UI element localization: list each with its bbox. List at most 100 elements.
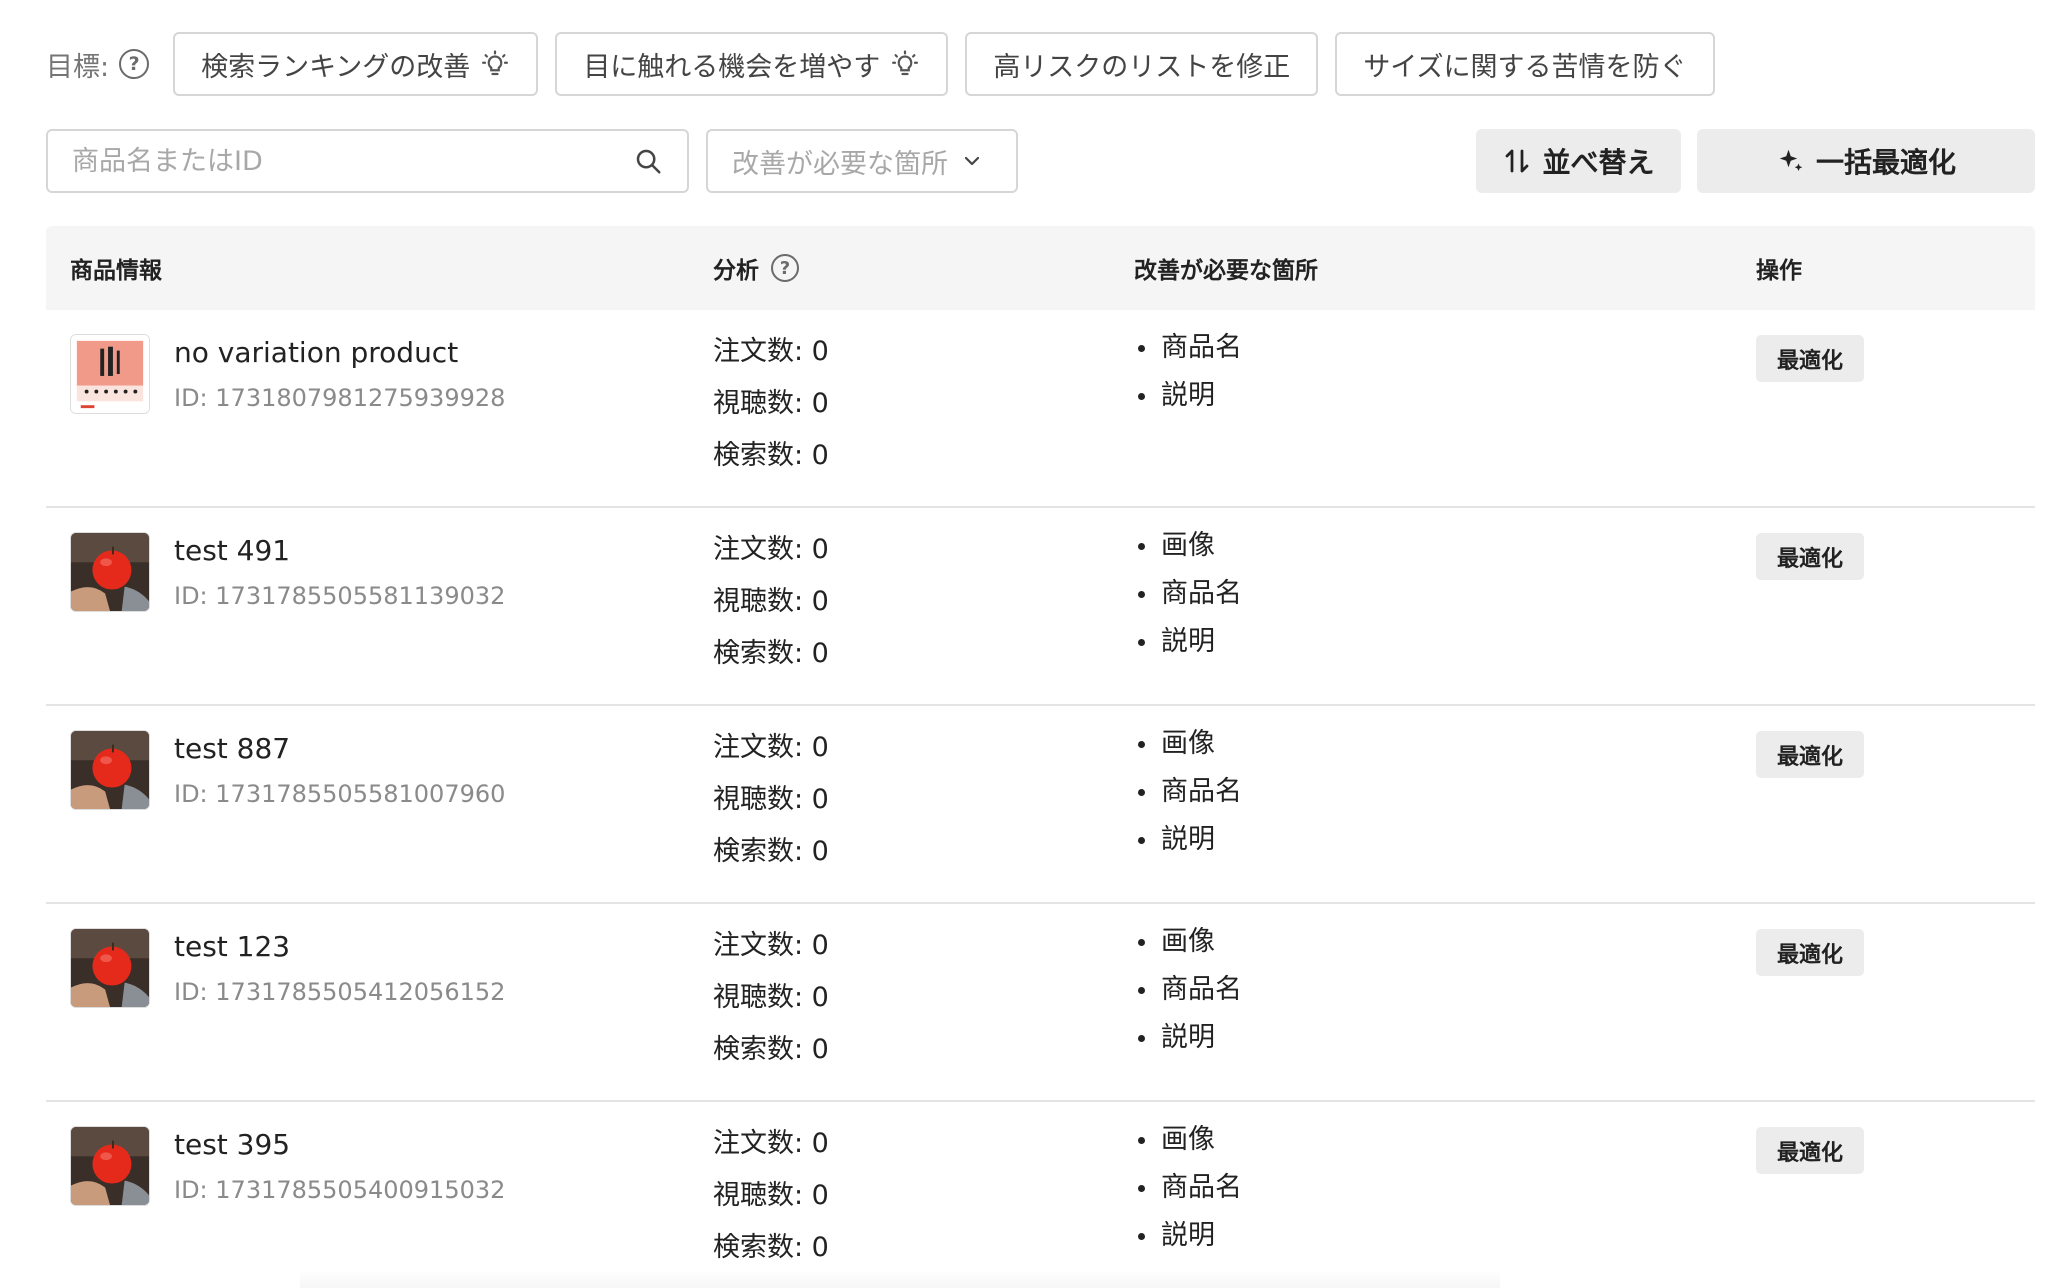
product-thumbnail-apple-image <box>71 731 149 809</box>
improvement-item: 説明 <box>1138 816 1242 864</box>
product-thumbnail <box>70 532 150 612</box>
improvement-filter-select[interactable]: 改善が必要な箇所 <box>706 129 1018 193</box>
product-thumbnail-apple-image <box>71 533 149 611</box>
searches-count: 検索数: 0 <box>713 1232 829 1263</box>
improvement-list: 画像 商品名 説明 <box>1138 918 1242 1062</box>
optimize-button[interactable]: 最適化 <box>1756 1127 1864 1174</box>
improvement-list: 商品名 説明 <box>1138 324 1242 420</box>
views-count: 視聴数: 0 <box>713 982 829 1013</box>
improvement-item: 説明 <box>1138 372 1242 420</box>
product-thumbnail <box>70 334 150 414</box>
product-name[interactable]: no variation product <box>174 336 458 369</box>
analysis-metrics: 注文数: 0 視聴数: 0 検索数: 0 <box>713 920 829 1076</box>
product-thumbnail-apple-image <box>71 929 149 1007</box>
orders-count: 注文数: 0 <box>713 732 829 763</box>
goal-chip-label: 目に触れる機会を増やす <box>583 51 881 83</box>
improvement-item: 画像 <box>1138 918 1242 966</box>
improvement-item: 商品名 <box>1138 1164 1242 1212</box>
improvement-item: 説明 <box>1138 1212 1242 1260</box>
search-icon[interactable] <box>633 146 663 176</box>
analysis-metrics: 注文数: 0 視聴数: 0 検索数: 0 <box>713 1118 829 1274</box>
optimize-button[interactable]: 最適化 <box>1756 533 1864 580</box>
improvement-item: 商品名 <box>1138 570 1242 618</box>
table-row: test 395 ID: 1731785505400915032 注文数: 0 … <box>46 1102 2035 1288</box>
goal-chip-visibility[interactable]: 目に触れる機会を増やす <box>555 32 949 96</box>
sparkle-icon <box>1779 149 1803 171</box>
optimize-button[interactable]: 最適化 <box>1756 731 1864 778</box>
analysis-metrics: 注文数: 0 視聴数: 0 検索数: 0 <box>713 524 829 680</box>
chevron-down-icon <box>964 156 980 166</box>
header-actions: 操作 <box>1756 258 1802 284</box>
sort-button[interactable]: 並べ替え <box>1476 129 1681 193</box>
product-name[interactable]: test 395 <box>174 1128 290 1161</box>
searches-count: 検索数: 0 <box>713 836 829 867</box>
improvement-list: 画像 商品名 説明 <box>1138 720 1242 864</box>
orders-count: 注文数: 0 <box>713 336 829 367</box>
product-thumbnail-apple-image <box>71 1127 149 1205</box>
table-row: test 887 ID: 1731785505581007960 注文数: 0 … <box>46 706 2035 904</box>
product-name[interactable]: test 887 <box>174 732 290 765</box>
table-row: test 491 ID: 1731785505581139032 注文数: 0 … <box>46 508 2035 706</box>
header-analysis: 分析 ? <box>713 226 799 310</box>
improvement-item: 画像 <box>1138 720 1242 768</box>
searches-count: 検索数: 0 <box>713 440 829 471</box>
optimize-button[interactable]: 最適化 <box>1756 929 1864 976</box>
header-improvement-areas: 改善が必要な箇所 <box>1134 258 1318 284</box>
goal-chip-size-complaints[interactable]: サイズに関する苦情を防ぐ <box>1335 32 1715 96</box>
product-id: ID: 1731807981275939928 <box>174 384 506 412</box>
product-thumbnail <box>70 1126 150 1206</box>
searches-count: 検索数: 0 <box>713 1034 829 1065</box>
help-icon[interactable]: ? <box>119 49 150 79</box>
bulk-optimize-button[interactable]: 一括最適化 <box>1697 129 2035 193</box>
product-thumbnail <box>70 928 150 1008</box>
analysis-metrics: 注文数: 0 視聴数: 0 検索数: 0 <box>713 722 829 878</box>
goal-label: 目標: ? <box>46 45 150 84</box>
searches-count: 検索数: 0 <box>713 638 829 669</box>
sort-label: 並べ替え <box>1542 146 1655 179</box>
product-thumbnail <box>70 730 150 810</box>
filter-label: 改善が必要な箇所 <box>732 148 948 180</box>
search-input[interactable] <box>72 145 633 177</box>
product-id: ID: 1731785505400915032 <box>174 1176 506 1204</box>
improvement-list: 画像 商品名 説明 <box>1138 522 1242 666</box>
goal-chip-label: 検索ランキングの改善 <box>201 51 471 83</box>
product-name[interactable]: test 123 <box>174 930 290 963</box>
bulk-optimize-label: 一括最適化 <box>1815 146 1956 179</box>
goal-chip-label: サイズに関する苦情を防ぐ <box>1363 51 1687 83</box>
improvement-item: 商品名 <box>1138 324 1242 372</box>
analysis-metrics: 注文数: 0 視聴数: 0 検索数: 0 <box>713 326 829 482</box>
goal-chip-search-ranking[interactable]: 検索ランキングの改善 <box>173 32 539 96</box>
improvement-item: 商品名 <box>1138 768 1242 816</box>
product-id: ID: 1731785505412056152 <box>174 978 506 1006</box>
table-row: test 123 ID: 1731785505412056152 注文数: 0 … <box>46 904 2035 1102</box>
views-count: 視聴数: 0 <box>713 388 829 419</box>
improvement-list: 画像 商品名 説明 <box>1138 1116 1242 1260</box>
lightbulb-icon <box>892 50 919 76</box>
product-name[interactable]: test 491 <box>174 534 290 567</box>
search-box[interactable] <box>46 129 689 193</box>
improvement-item: 商品名 <box>1138 966 1242 1014</box>
scroll-shadow <box>300 1270 1500 1288</box>
views-count: 視聴数: 0 <box>713 1180 829 1211</box>
orders-count: 注文数: 0 <box>713 534 829 565</box>
lightbulb-icon <box>482 50 509 76</box>
table-header: 商品情報 分析 ? 改善が必要な箇所 操作 <box>46 226 2035 310</box>
product-id: ID: 1731785505581007960 <box>174 780 506 808</box>
improvement-item: 画像 <box>1138 1116 1242 1164</box>
help-icon[interactable]: ? <box>771 254 799 282</box>
optimize-button[interactable]: 最適化 <box>1756 335 1864 382</box>
views-count: 視聴数: 0 <box>713 586 829 617</box>
header-product-info: 商品情報 <box>70 258 162 284</box>
orders-count: 注文数: 0 <box>713 1128 829 1159</box>
product-id: ID: 1731785505581139032 <box>174 582 506 610</box>
product-thumbnail-tools-image <box>71 335 149 413</box>
views-count: 視聴数: 0 <box>713 784 829 815</box>
header-analysis-label: 分析 <box>713 258 759 284</box>
goal-row: 目標: ? 検索ランキングの改善 目に触れる機会を増やす 高リスクのリストを修正… <box>46 32 1732 96</box>
improvement-item: 画像 <box>1138 522 1242 570</box>
table-row: no variation product ID: 173180798127593… <box>46 310 2035 508</box>
sort-icon <box>1506 149 1529 173</box>
goal-chip-high-risk[interactable]: 高リスクのリストを修正 <box>965 32 1319 96</box>
goal-label-text: 目標: <box>46 51 110 83</box>
improvement-item: 説明 <box>1138 618 1242 666</box>
